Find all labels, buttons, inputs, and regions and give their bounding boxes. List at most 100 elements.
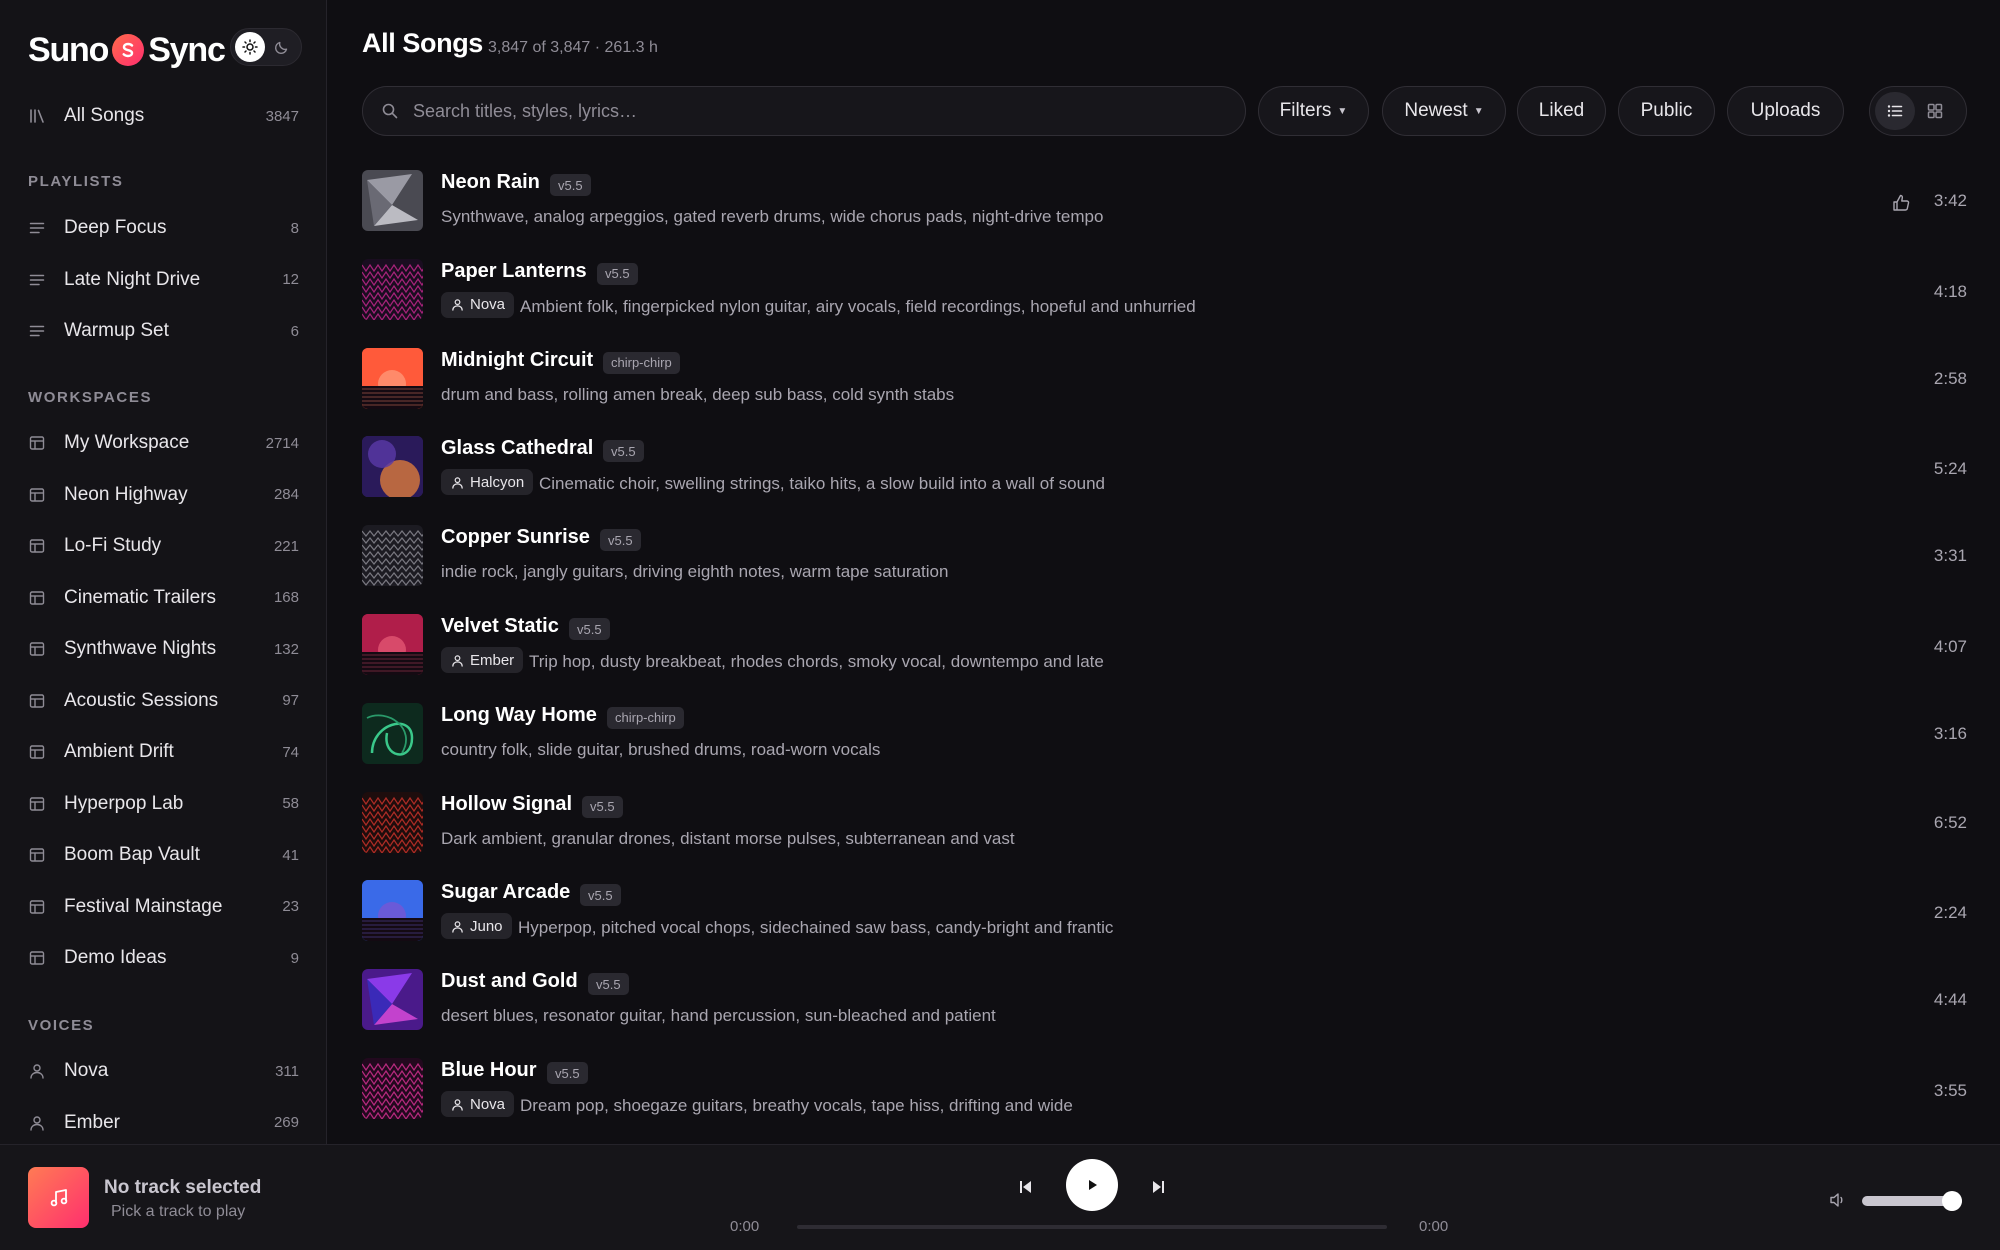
song-title[interactable]: Midnight Circuit	[441, 349, 593, 372]
song-duration: 2:58	[1933, 368, 1967, 388]
song-artwork[interactable]	[362, 170, 423, 231]
next-track-button[interactable]	[1144, 1173, 1172, 1201]
sidebar-item-boom-bap-vault[interactable]: Boom Bap Vault 41	[0, 835, 326, 875]
now-playing-artwork	[28, 1167, 89, 1228]
voice-chip[interactable]: Halcyon	[441, 469, 534, 496]
song-style-description: Cinematic choir, swelling strings, taiko…	[539, 474, 1105, 494]
song-row[interactable]: Neon Rain v5.5 Synthwave, analog arpeggios…	[362, 170, 1967, 258]
sidebar-item-count: 23	[282, 898, 299, 915]
uploads-filter-button[interactable]: Uploads	[1727, 86, 1844, 136]
public-filter-button[interactable]: Public	[1618, 86, 1715, 136]
song-artwork[interactable]	[362, 258, 423, 320]
previous-track-button[interactable]	[1012, 1173, 1040, 1201]
song-row[interactable]: Paper Lanterns v5.5 Nova Ambient folk, fing…	[362, 258, 1967, 347]
sidebar-item-ember[interactable]: Ember 269	[0, 1103, 326, 1143]
song-duration: 2:24	[1933, 903, 1967, 923]
sidebar-item-cinematic-trailers[interactable]: Cinematic Trailers 168	[0, 578, 326, 618]
liked-filter-button[interactable]: Liked	[1517, 86, 1606, 136]
song-row[interactable]: Copper Sunrise v5.5 indie rock, jangly gui…	[362, 525, 1967, 613]
list-view-button[interactable]	[1875, 92, 1915, 130]
music-note-icon	[50, 1188, 67, 1206]
sidebar-item-my-workspace[interactable]: My Workspace 2714	[0, 423, 326, 463]
song-title[interactable]: Blue Hour	[441, 1059, 537, 1082]
song-row[interactable]: Midnight Circuit chirp-chirp drum and bass…	[362, 347, 1967, 436]
volume-slider-handle[interactable]	[1942, 1191, 1962, 1211]
sidebar-item-count: 311	[275, 1062, 299, 1080]
song-artwork[interactable]	[362, 791, 423, 853]
sidebar-item-nova[interactable]: Nova 311	[0, 1051, 326, 1091]
song-style-description: Trip hop, dusty breakbeat, rhodes chords…	[529, 652, 1104, 671]
sidebar-item-hyperpop-lab[interactable]: Hyperpop Lab 58	[0, 784, 326, 824]
model-version-badge: v5.5	[547, 1062, 588, 1084]
voice-name: Halcyon	[470, 473, 525, 491]
brand-logo[interactable]: Suno Sync	[28, 30, 226, 70]
voice-chip[interactable]: Nova	[441, 291, 515, 318]
song-title[interactable]: Glass Cathedral	[441, 437, 593, 460]
sidebar-item-count: 58	[282, 795, 299, 812]
song-artwork[interactable]	[362, 880, 423, 942]
song-row[interactable]: Velvet Static v5.5 Ember Trip hop, dusty br…	[362, 614, 1967, 702]
time-total: 0:00	[1419, 1218, 1449, 1235]
voice-chip[interactable]: Nova	[441, 1091, 515, 1117]
song-row[interactable]: Sugar Arcade v5.5 Juno Hyperpop, pitched vo…	[362, 880, 1967, 968]
sort-button[interactable]: Newest ▼	[1382, 86, 1506, 136]
song-title[interactable]: Neon Rain	[441, 171, 540, 194]
sidebar-item-label: Nova	[64, 1060, 109, 1081]
voice-name: Nova	[470, 1095, 506, 1113]
sidebar-item-count: 269	[273, 1114, 299, 1131]
sidebar-item-demo-ideas[interactable]: Demo Ideas 9	[0, 938, 326, 978]
sidebar-item-count: 6	[290, 322, 299, 340]
voice-name: Ember	[470, 651, 515, 669]
song-title[interactable]: Long Way Home	[441, 704, 597, 727]
progress-slider[interactable]	[797, 1225, 1387, 1229]
song-row[interactable]: Hollow Signal v5.5 Dark ambient, granular …	[362, 791, 1967, 880]
sidebar-item-late-night-drive[interactable]: Late Night Drive 12	[0, 260, 326, 300]
sidebar-item-festival-mainstage[interactable]: Festival Mainstage 23	[0, 887, 326, 927]
song-row[interactable]: Blue Hour v5.5 Nova Dream pop, shoegaze gui…	[362, 1058, 1967, 1146]
song-title[interactable]: Sugar Arcade	[441, 881, 570, 904]
workspace-icon	[28, 949, 46, 967]
sidebar-item-synthwave-nights[interactable]: Synthwave Nights 132	[0, 629, 326, 669]
sun-icon[interactable]	[235, 32, 265, 62]
sidebar-item-lo-fi-study[interactable]: Lo-Fi Study 221	[0, 526, 326, 566]
sidebar-item-neon-highway[interactable]: Neon Highway 284	[0, 475, 326, 515]
song-artwork[interactable]	[362, 702, 423, 764]
sidebar-item-label: All Songs	[64, 105, 145, 126]
song-artwork[interactable]	[362, 614, 423, 675]
song-artwork[interactable]	[362, 436, 423, 498]
song-row[interactable]: Dust and Gold v5.5 desert blues, resonator…	[362, 969, 1967, 1057]
sidebar-item-count: 284	[273, 486, 299, 503]
voice-chip[interactable]: Juno	[441, 913, 512, 940]
sidebar-item-all-songs[interactable]: All Songs 3847	[0, 96, 326, 136]
moon-icon[interactable]	[267, 32, 297, 62]
filters-button[interactable]: Filters ▼	[1258, 86, 1369, 136]
song-row[interactable]: Glass Cathedral v5.5 Halcyon Cinematic choi…	[362, 436, 1967, 524]
song-duration: 3:31	[1933, 546, 1967, 566]
song-title[interactable]: Paper Lanterns	[441, 260, 587, 283]
theme-toggle[interactable]	[230, 28, 302, 66]
song-title[interactable]: Velvet Static	[441, 615, 559, 638]
volume-icon[interactable]	[1828, 1190, 1848, 1210]
sidebar-item-acoustic-sessions[interactable]: Acoustic Sessions 97	[0, 681, 326, 721]
search-bar[interactable]	[362, 86, 1246, 136]
sidebar-item-warmup-set[interactable]: Warmup Set 6	[0, 311, 326, 351]
song-title[interactable]: Dust and Gold	[441, 970, 578, 993]
song-artwork[interactable]	[362, 969, 423, 1031]
sidebar-item-ambient-drift[interactable]: Ambient Drift 74	[0, 732, 326, 772]
sidebar-item-label: Synthwave Nights	[64, 638, 217, 659]
song-row[interactable]: Long Way Home chirp-chirp country folk, sl…	[362, 702, 1967, 791]
sidebar-item-label: Neon Highway	[64, 483, 188, 505]
song-title[interactable]: Hollow Signal	[441, 793, 572, 816]
thumbs-up-icon[interactable]	[1890, 192, 1912, 214]
brand-name-right: Sync	[148, 30, 226, 69]
sidebar-item-deep-focus[interactable]: Deep Focus 8	[0, 208, 326, 248]
voice-chip[interactable]: Ember	[441, 647, 524, 673]
song-title[interactable]: Copper Sunrise	[441, 526, 590, 549]
song-artwork[interactable]	[362, 347, 423, 409]
song-artwork[interactable]	[362, 1058, 423, 1119]
search-input[interactable]	[413, 100, 1227, 122]
play-button[interactable]	[1066, 1159, 1118, 1211]
grid-view-button[interactable]	[1915, 92, 1955, 130]
song-artwork[interactable]	[362, 525, 423, 587]
sidebar-item-count: 2714	[265, 434, 299, 452]
